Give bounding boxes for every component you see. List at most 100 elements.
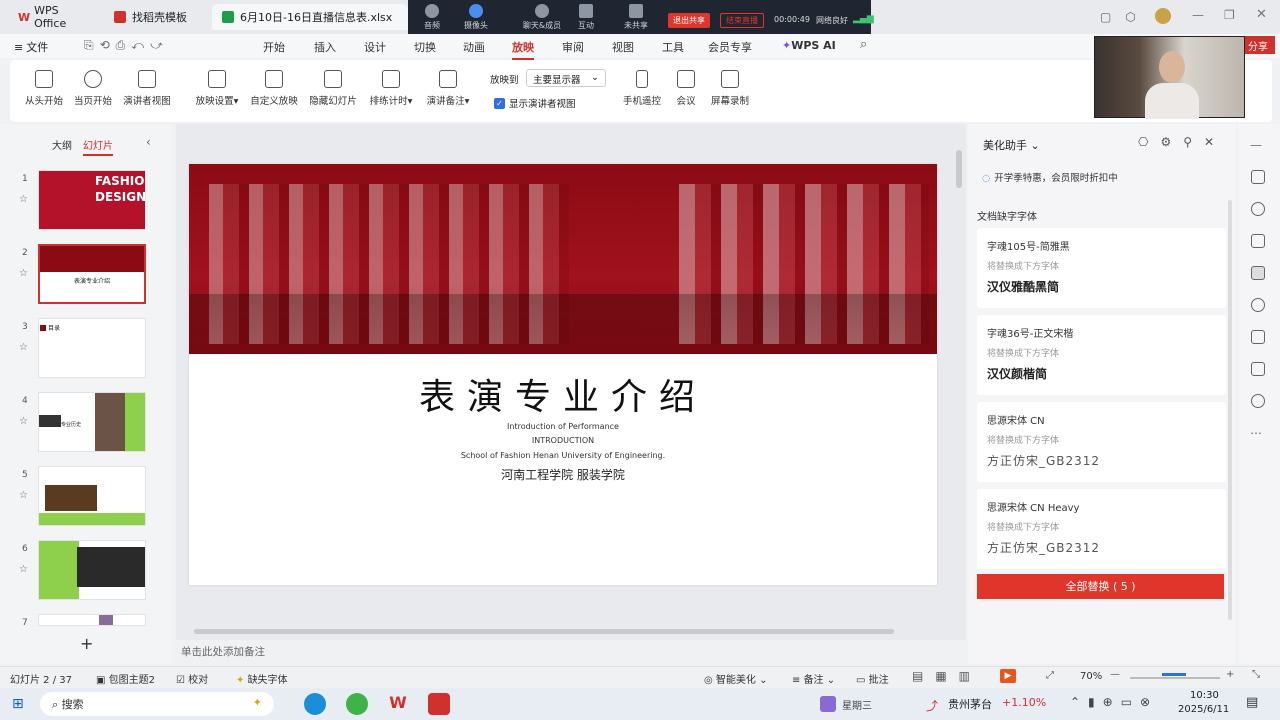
- menu-review[interactable]: 审阅: [562, 39, 584, 55]
- presenter-view-button[interactable]: 演讲者视图: [117, 68, 177, 107]
- rehearse-timing-button[interactable]: 排练计时▾: [361, 68, 421, 107]
- menu-design[interactable]: 设计: [364, 39, 386, 55]
- panel-tool-icons[interactable]: ⎔⚙⚲: [1138, 135, 1204, 149]
- view-mode-icons[interactable]: ▤▦▥: [912, 669, 982, 683]
- show-presenter-checkbox[interactable]: ✓ 显示演讲者视图: [494, 96, 576, 110]
- taskbar-search[interactable]: ⌕ 搜索 ✦: [40, 692, 274, 716]
- monitor-select[interactable]: 主要显示器 ⌄: [526, 69, 606, 87]
- tab-slides[interactable]: 幻灯片: [83, 137, 113, 156]
- zoom-slider[interactable]: [1130, 677, 1220, 679]
- screen-record-button[interactable]: 屏幕录制: [700, 68, 760, 107]
- font-card[interactable]: 字魂105号-简雅黑 将替换成下方字体 汉仪雅酷黑简: [977, 228, 1226, 308]
- menu-animation[interactable]: 动画: [463, 39, 485, 55]
- slide-thumb-2[interactable]: 表演专业介绍: [38, 244, 146, 304]
- menu-vip[interactable]: 会员专享: [708, 39, 752, 55]
- crop-icon[interactable]: [1251, 330, 1265, 344]
- calendar-icon[interactable]: [820, 696, 836, 712]
- edge-icon[interactable]: [304, 693, 326, 715]
- font-card[interactable]: 字魂36号-正文宋楷 将替换成下方字体 汉仪颜楷简: [977, 315, 1226, 395]
- tray-icons[interactable]: ⌃▮⊕▭⊗: [1070, 695, 1158, 709]
- tab-template[interactable]: 找稻壳模板: [104, 4, 208, 30]
- menu-slideshow[interactable]: 放映: [512, 39, 534, 60]
- share-icon[interactable]: [1251, 298, 1265, 312]
- missing-font-button[interactable]: ✦ 缺失字体: [236, 671, 288, 686]
- tab-xlsx[interactable]: 6月10日-16日直播信息表.xlsx: [212, 4, 408, 30]
- zoom-level[interactable]: 70%: [1080, 671, 1102, 682]
- minimize-icon[interactable]: —: [1192, 8, 1204, 22]
- exit-share-button[interactable]: 退出共享: [668, 13, 710, 28]
- star-icon[interactable]: ☆: [19, 268, 28, 279]
- panel-title[interactable]: 美化助手 ⌄: [983, 137, 1040, 153]
- magic-wand-icon[interactable]: [1251, 266, 1265, 280]
- interact-button[interactable]: 互动: [566, 4, 606, 31]
- zoom-in-icon[interactable]: +: [1226, 669, 1234, 680]
- current-slide[interactable]: 表演专业介绍 Introduction of Performance INTRO…: [189, 164, 937, 585]
- start-from-current-button[interactable]: 当页开始: [63, 68, 123, 107]
- slide-thumb-3[interactable]: 目录: [38, 318, 146, 378]
- notes-placeholder[interactable]: 单击此处添加备注: [181, 644, 265, 659]
- more-icon[interactable]: ⋯: [1250, 426, 1262, 440]
- smart-beautify-button[interactable]: ◎ 智能美化 ⌄: [704, 671, 767, 686]
- share-button[interactable]: 未共享: [616, 4, 656, 31]
- clock-date[interactable]: 2025/6/11: [1178, 704, 1229, 715]
- panel-close-icon[interactable]: ✕: [1204, 135, 1214, 149]
- menu-wps-ai[interactable]: ✦WPS AI: [782, 39, 836, 52]
- minus-icon[interactable]: —: [1250, 138, 1262, 152]
- star-icon[interactable]: ☆: [19, 342, 28, 353]
- slide-thumb-7[interactable]: [38, 614, 146, 626]
- vertical-scrollbar[interactable]: [956, 150, 962, 188]
- browser-icon[interactable]: [346, 693, 368, 715]
- replace-all-button[interactable]: 全部替换 ( 5 ): [977, 574, 1224, 599]
- camera-button[interactable]: 摄像头: [456, 4, 496, 31]
- theme-name[interactable]: ▣ 包图主题2: [96, 671, 155, 686]
- end-live-button[interactable]: 结束直播: [720, 13, 764, 28]
- avatar[interactable]: [1155, 8, 1171, 24]
- tab-wps-office[interactable]: W WPS Office: [8, 4, 100, 30]
- slide-thumb-1[interactable]: FASHION DESIGN: [38, 170, 146, 230]
- help-icon[interactable]: [1251, 394, 1265, 408]
- close-icon[interactable]: ✕: [1256, 7, 1267, 22]
- notes-toggle[interactable]: ≡ 备注 ⌄: [792, 671, 835, 686]
- sparkle-icon[interactable]: [1251, 170, 1265, 184]
- tab-outline[interactable]: 大纲: [52, 137, 72, 152]
- audio-button[interactable]: 音频: [412, 4, 452, 31]
- star-icon[interactable]: ☆: [19, 416, 28, 427]
- menu-tools[interactable]: 工具: [662, 39, 684, 55]
- wps-taskbar-icon[interactable]: W: [386, 693, 410, 715]
- search-icon[interactable]: ⌕: [860, 37, 867, 52]
- font-card[interactable]: 思源宋体 CN Heavy 将替换成下方字体 方正仿宋_GB2312: [977, 489, 1226, 569]
- proofread-button[interactable]: ☑ 校对: [176, 671, 208, 686]
- quick-access-icons[interactable]: ⎘⟲⎙⤺⤻: [84, 38, 169, 53]
- comments-toggle[interactable]: ▭ 批注: [856, 671, 889, 686]
- panel-scrollbar[interactable]: [1228, 200, 1232, 620]
- menu-transition[interactable]: 切换: [414, 39, 436, 55]
- horizontal-scrollbar[interactable]: [194, 629, 894, 634]
- menu-view[interactable]: 视图: [612, 39, 634, 55]
- windows-start-icon[interactable]: ⊞: [12, 696, 24, 712]
- recorder-icon[interactable]: [428, 693, 450, 715]
- collapse-panel-icon[interactable]: ‹: [146, 135, 151, 149]
- slide-thumb-4[interactable]: 专业历史: [38, 392, 146, 452]
- menu-home[interactable]: 开始: [263, 39, 285, 55]
- fullscreen-icon[interactable]: ⤡: [1252, 669, 1260, 680]
- play-slideshow-icon[interactable]: ▶: [1000, 669, 1016, 683]
- promo-text[interactable]: ◌ 开学季特惠，会员限时折扣中: [982, 170, 1118, 184]
- stock-name[interactable]: 贵州茅台: [948, 696, 992, 712]
- zoom-out-icon[interactable]: —: [1110, 669, 1120, 680]
- custom-show-button[interactable]: 自定义放映: [244, 68, 304, 107]
- star-outline-icon[interactable]: [1251, 202, 1265, 216]
- slide-thumb-6[interactable]: [38, 540, 146, 600]
- speaker-notes-button[interactable]: 演讲备注▾: [418, 68, 478, 107]
- zoom-slider-thumb[interactable]: [1162, 673, 1186, 676]
- star-icon[interactable]: ☆: [19, 564, 28, 575]
- hide-slide-button[interactable]: 隐藏幻灯片: [303, 68, 363, 107]
- file-menu[interactable]: ≡ 文件: [14, 39, 48, 55]
- add-slide-button[interactable]: +: [80, 634, 93, 653]
- chat-members-button[interactable]: 聊天&成员: [512, 4, 572, 31]
- font-card[interactable]: 思源宋体 CN 将替换成下方字体 方正仿宋_GB2312: [977, 402, 1226, 482]
- star-icon[interactable]: ☆: [19, 490, 28, 501]
- star-icon[interactable]: ☆: [19, 194, 28, 205]
- fit-window-icon[interactable]: ⤢: [1046, 670, 1054, 681]
- menu-insert[interactable]: 插入: [314, 39, 336, 55]
- maximize-icon[interactable]: ❐: [1224, 8, 1235, 22]
